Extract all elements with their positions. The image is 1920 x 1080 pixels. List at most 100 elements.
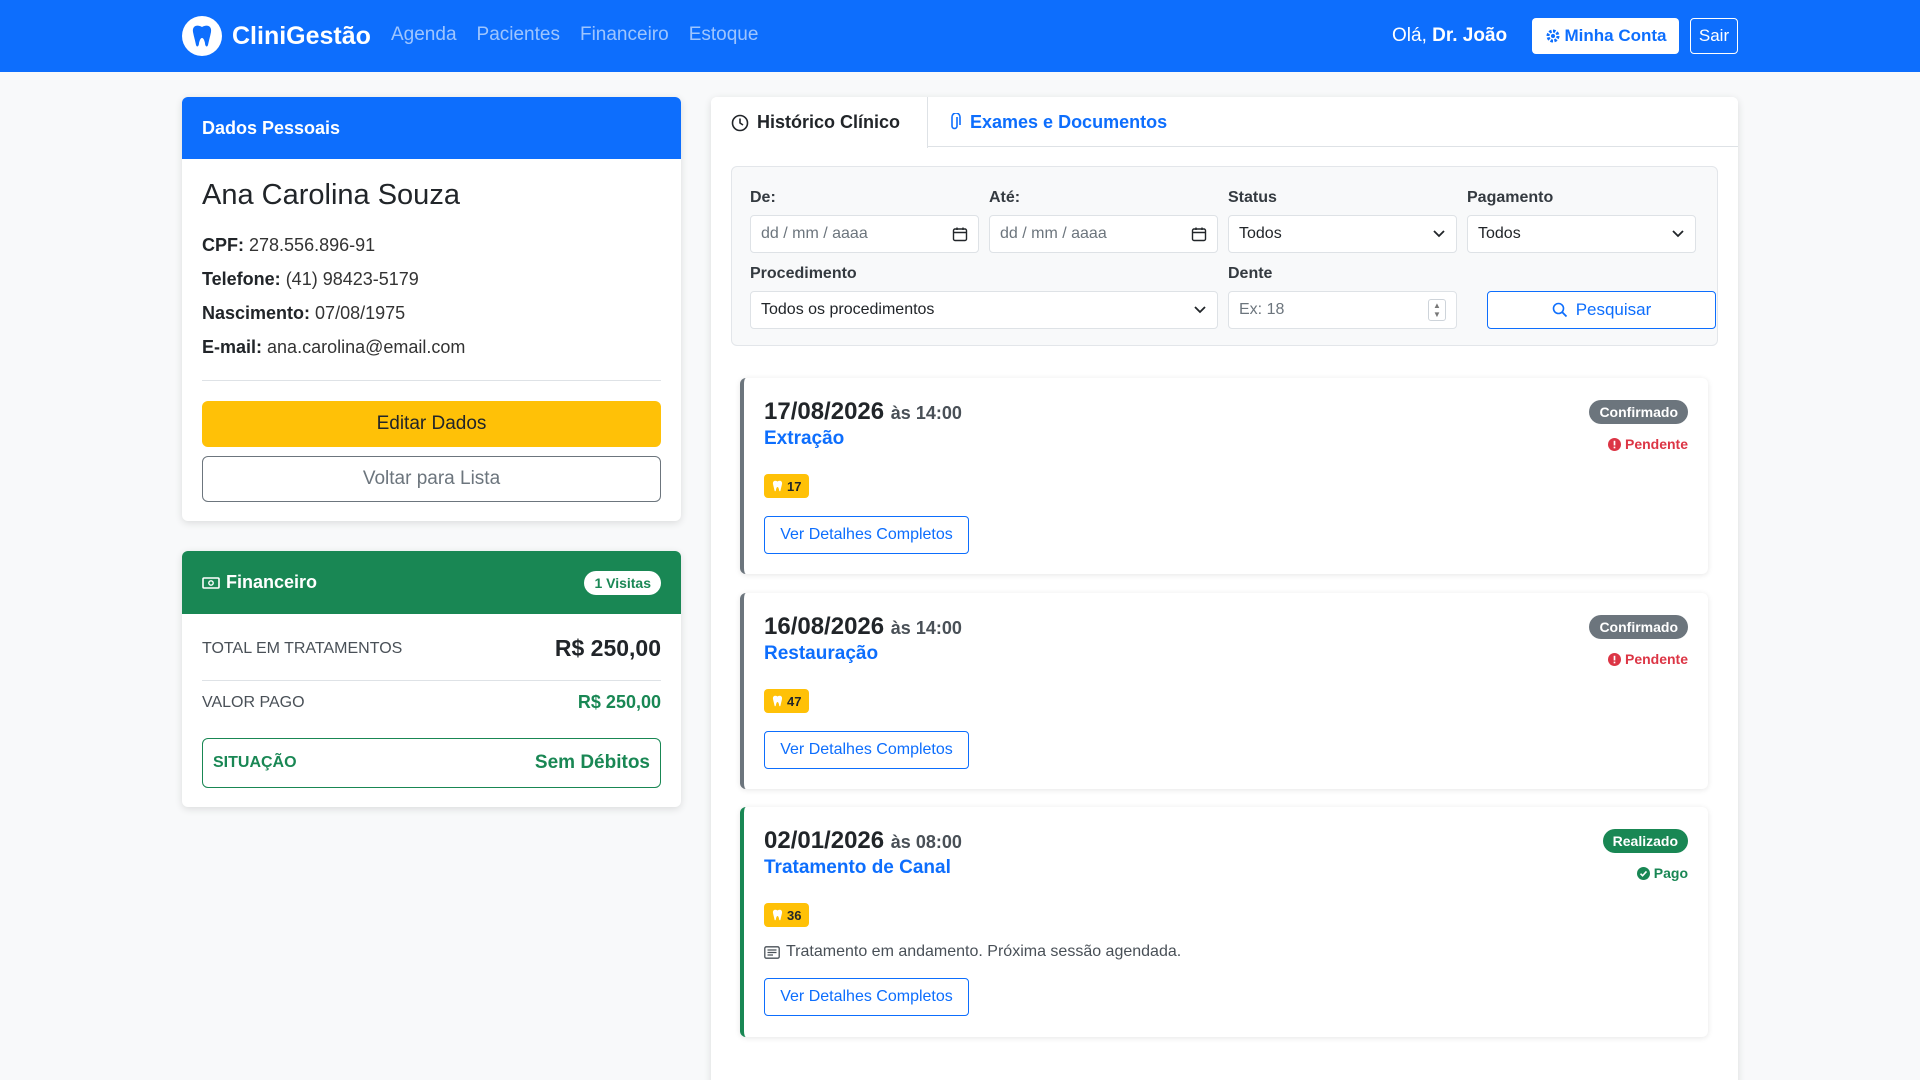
finance-title-label: Financeiro xyxy=(226,572,318,592)
procedure-label: Procedimento xyxy=(750,265,857,282)
note-icon xyxy=(764,945,780,959)
to-date-placeholder: dd / mm / aaaa xyxy=(1000,225,1107,242)
appointment-card: 02/01/2026 às 08:00 Tratamento de Canal … xyxy=(740,807,1708,1037)
total-label: TOTAL EM TRATAMENTOS xyxy=(202,639,403,657)
cpf-label: CPF: xyxy=(202,235,244,255)
nav-agenda[interactable]: Agenda xyxy=(391,24,457,46)
payment-status: Pago xyxy=(1636,865,1688,881)
main-nav: Agenda Pacientes Financeiro Estoque xyxy=(391,24,758,46)
paid-value: R$ 250,00 xyxy=(577,692,661,712)
visits-badge: 1 Visitas xyxy=(584,570,661,595)
finance-card: Financeiro 1 Visitas TOTAL EM TRATAMENTO… xyxy=(182,551,681,807)
status-select[interactable]: Todos xyxy=(1228,215,1457,253)
tooth-logo-icon xyxy=(182,16,222,56)
phone-label: Telefone: xyxy=(202,269,281,289)
number-spinner-icon[interactable]: ▲ ▼ xyxy=(1428,299,1446,321)
chevron-down-icon xyxy=(1433,230,1445,238)
payment-select-value: Todos xyxy=(1478,225,1521,242)
clock-icon xyxy=(731,114,749,131)
logout-button[interactable]: Sair xyxy=(1690,18,1738,54)
search-icon xyxy=(1552,302,1567,318)
filter-panel: De: dd / mm / aaaa Até: dd / mm / aaaa S… xyxy=(731,166,1718,346)
from-date-placeholder: dd / mm / aaaa xyxy=(761,225,868,242)
payment-select[interactable]: Todos xyxy=(1467,215,1696,253)
brand[interactable]: CliniGestão xyxy=(182,16,371,56)
tooth-placeholder: Ex: 18 xyxy=(1239,301,1285,318)
finance-header: Financeiro 1 Visitas xyxy=(182,551,681,614)
payment-status-label: Pendente xyxy=(1624,651,1688,667)
appointment-date-value: 17/08/2026 xyxy=(764,398,885,425)
tooth-badge: 36 xyxy=(764,903,810,927)
situation-value: Sem Débitos xyxy=(534,752,650,773)
user-name: Dr. João xyxy=(1432,25,1508,46)
appointment-date: 02/01/2026 às 08:00 xyxy=(764,827,962,855)
view-details-button[interactable]: Ver Detalhes Completos xyxy=(764,978,969,1016)
edit-data-button[interactable]: Editar Dados xyxy=(202,401,661,447)
nav-financeiro[interactable]: Financeiro xyxy=(580,24,669,46)
cpf-value: 278.556.896-91 xyxy=(249,235,376,255)
tooth-icon xyxy=(772,480,783,492)
view-details-button[interactable]: Ver Detalhes Completos xyxy=(764,516,969,554)
to-date-input[interactable]: dd / mm / aaaa xyxy=(989,215,1218,253)
status-label: Status xyxy=(1228,189,1277,206)
payment-status: Pendente xyxy=(1607,436,1688,452)
total-row: TOTAL EM TRATAMENTOS R$ 250,00 xyxy=(202,635,661,662)
status-badge: Confirmado xyxy=(1589,615,1688,639)
appointment-date: 17/08/2026 às 14:00 xyxy=(764,398,962,426)
user-greeting: Olá, Dr. João xyxy=(1392,25,1507,47)
appointment-time: às 14:00 xyxy=(890,403,962,423)
tooth-icon xyxy=(772,909,783,921)
status-badge: Confirmado xyxy=(1589,400,1688,424)
tooth-icon xyxy=(772,695,783,707)
history-panel: Histórico Clínico Exames e Documentos De… xyxy=(711,97,1738,1080)
appointment-procedure[interactable]: Restauração xyxy=(764,643,878,665)
total-value: R$ 250,00 xyxy=(554,635,661,661)
personal-data-header: Dados Pessoais xyxy=(182,97,681,159)
procedure-select[interactable]: Todos os procedimentos xyxy=(750,291,1218,329)
brand-name: CliniGestão xyxy=(232,21,371,50)
payment-status-label: Pendente xyxy=(1624,436,1688,452)
tabs: Histórico Clínico Exames e Documentos xyxy=(711,97,1738,148)
nav-pacientes[interactable]: Pacientes xyxy=(477,24,560,46)
appointment-date-value: 16/08/2026 xyxy=(764,613,885,640)
divider xyxy=(202,680,661,681)
status-badge: Realizado xyxy=(1602,829,1688,853)
to-label: Até: xyxy=(989,189,1021,206)
tooth-badge: 17 xyxy=(764,474,810,498)
check-circle-icon xyxy=(1636,866,1650,880)
cpf-info: CPF: 278.556.896-91 xyxy=(202,235,375,256)
nav-estoque[interactable]: Estoque xyxy=(689,24,759,46)
email-label: E-mail: xyxy=(202,337,263,357)
appointment-procedure[interactable]: Tratamento de Canal xyxy=(764,857,951,879)
phone-value: (41) 98423-5179 xyxy=(285,269,419,289)
email-value: ana.carolina@email.com xyxy=(267,337,466,357)
tab-exams[interactable]: Exames e Documentos xyxy=(928,97,1187,147)
paperclip-icon xyxy=(951,113,961,130)
appointment-procedure[interactable]: Extração xyxy=(764,428,844,450)
appointment-time: às 14:00 xyxy=(890,618,962,638)
search-button[interactable]: Pesquisar xyxy=(1487,291,1716,329)
chevron-down-icon xyxy=(1194,306,1206,314)
finance-title: Financeiro xyxy=(202,572,317,593)
top-navbar: CliniGestão Agenda Pacientes Financeiro … xyxy=(0,0,1920,72)
tooth-label: Dente xyxy=(1228,265,1273,282)
tooth-number: 47 xyxy=(787,693,802,709)
appointment-card: 17/08/2026 às 14:00 Extração 17 Confirma… xyxy=(740,378,1708,574)
from-label: De: xyxy=(750,189,776,206)
appointment-note: Tratamento em andamento. Próxima sessão … xyxy=(764,943,1181,961)
payment-status-label: Pago xyxy=(1653,865,1688,881)
view-details-button[interactable]: Ver Detalhes Completos xyxy=(764,731,969,769)
tooth-number: 36 xyxy=(787,907,802,923)
birth-info: Nascimento: 07/08/1975 xyxy=(202,303,405,324)
tab-history[interactable]: Histórico Clínico xyxy=(711,97,928,148)
cash-icon xyxy=(202,576,220,589)
my-account-button[interactable]: Minha Conta xyxy=(1532,18,1679,54)
tooth-number-input[interactable]: Ex: 18 ▲ ▼ xyxy=(1228,291,1457,329)
chevron-down-icon xyxy=(1672,230,1684,238)
divider xyxy=(202,380,661,381)
birth-value: 07/08/1975 xyxy=(315,303,406,323)
from-date-input[interactable]: dd / mm / aaaa xyxy=(750,215,979,253)
tooth-number: 17 xyxy=(787,478,802,494)
payment-label: Pagamento xyxy=(1467,189,1554,206)
back-to-list-button[interactable]: Voltar para Lista xyxy=(202,456,661,502)
